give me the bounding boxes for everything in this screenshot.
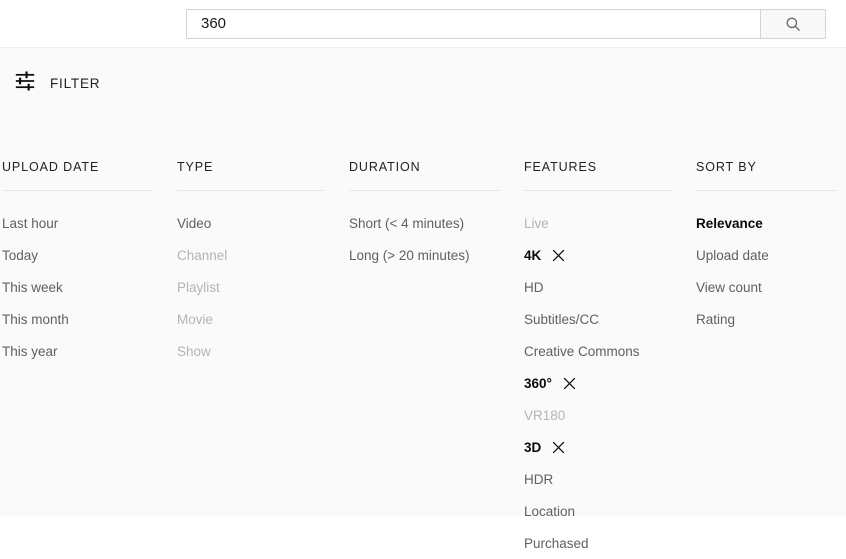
filter-item-label: Relevance	[696, 215, 763, 231]
filter-column-sort-by: SORT BY Relevance Upload date View count…	[694, 160, 846, 559]
column-header-upload-date: UPLOAD DATE	[2, 160, 100, 174]
filter-item-label: Today	[2, 247, 39, 263]
filter-item-360[interactable]: 360°	[524, 367, 694, 399]
column-header-type: TYPE	[177, 160, 214, 174]
search-header	[0, 0, 846, 48]
filter-item-label: Long (> 20 minutes)	[349, 247, 470, 263]
filter-item-label: Show	[177, 343, 211, 359]
filter-item-label: Live	[524, 215, 549, 231]
tune-icon	[14, 70, 36, 97]
filter-item-label: Video	[177, 215, 212, 231]
filter-column-features: FEATURES Live 4K HD Subtitles/CC Creativ…	[522, 160, 694, 559]
filter-item-video[interactable]: Video	[177, 207, 347, 239]
filter-item-purchased[interactable]: Purchased	[524, 527, 694, 559]
filter-toggle-label: FILTER	[50, 76, 101, 91]
filter-column-type: TYPE Video Channel Playlist Movie Show	[175, 160, 347, 559]
filter-item-label: Short (< 4 minutes)	[349, 215, 465, 231]
filter-panel: FILTER UPLOAD DATE Last hour Today This …	[0, 48, 846, 551]
column-header-features: FEATURES	[524, 160, 597, 174]
filter-item-this-month[interactable]: This month	[2, 303, 175, 335]
filter-item-hd[interactable]: HD	[524, 271, 694, 303]
clear-filter-4k-icon[interactable]	[552, 249, 565, 262]
filter-item-label: Upload date	[696, 247, 769, 263]
column-divider	[524, 190, 672, 191]
filter-item-4k[interactable]: 4K	[524, 239, 694, 271]
filter-column-upload-date: UPLOAD DATE Last hour Today This week Th…	[0, 160, 175, 559]
filter-item-playlist: Playlist	[177, 271, 347, 303]
filter-item-label: Last hour	[2, 215, 59, 231]
filter-item-today[interactable]: Today	[2, 239, 175, 271]
filter-item-label: Creative Commons	[524, 343, 640, 359]
column-divider	[349, 190, 500, 191]
filter-item-relevance[interactable]: Relevance	[696, 207, 846, 239]
column-divider	[2, 190, 153, 191]
filter-item-label: Playlist	[177, 279, 220, 295]
column-header-sort-by: SORT BY	[696, 160, 757, 174]
search-icon	[784, 15, 802, 33]
filter-item-label: This week	[2, 279, 63, 295]
filter-item-this-year[interactable]: This year	[2, 335, 175, 367]
filter-item-view-count[interactable]: View count	[696, 271, 846, 303]
filter-item-subtitles-cc[interactable]: Subtitles/CC	[524, 303, 694, 335]
filter-item-label: View count	[696, 279, 762, 295]
filter-item-label: This month	[2, 311, 69, 327]
filter-item-movie: Movie	[177, 303, 347, 335]
filter-item-show: Show	[177, 335, 347, 367]
filter-item-label: 4K	[524, 247, 542, 263]
search-input[interactable]	[186, 8, 760, 39]
clear-filter-3d-icon[interactable]	[552, 441, 565, 454]
filter-item-label: 3D	[524, 439, 542, 455]
filter-item-upload-date[interactable]: Upload date	[696, 239, 846, 271]
filter-item-location[interactable]: Location	[524, 495, 694, 527]
search-bar	[186, 8, 826, 39]
filter-item-label: Purchased	[524, 535, 589, 551]
column-header-duration: DURATION	[349, 160, 421, 174]
filter-item-last-hour[interactable]: Last hour	[2, 207, 175, 239]
filter-item-short[interactable]: Short (< 4 minutes)	[349, 207, 522, 239]
column-divider	[177, 190, 325, 191]
filter-item-live: Live	[524, 207, 694, 239]
column-divider	[696, 190, 838, 191]
filter-item-this-week[interactable]: This week	[2, 271, 175, 303]
filter-item-long[interactable]: Long (> 20 minutes)	[349, 239, 522, 271]
filter-item-vr180: VR180	[524, 399, 694, 431]
clear-filter-360-icon[interactable]	[563, 377, 576, 390]
filter-item-label: Movie	[177, 311, 214, 327]
filter-toggle-button[interactable]: FILTER	[8, 66, 106, 101]
search-button[interactable]	[760, 8, 826, 39]
filter-item-channel: Channel	[177, 239, 347, 271]
filter-column-duration: DURATION Short (< 4 minutes) Long (> 20 …	[347, 160, 522, 559]
filter-item-label: VR180	[524, 407, 566, 423]
filter-item-label: This year	[2, 343, 58, 359]
filter-item-label: Subtitles/CC	[524, 311, 600, 327]
filter-item-hdr[interactable]: HDR	[524, 463, 694, 495]
filter-item-label: 360°	[524, 375, 552, 391]
filter-item-creative-commons[interactable]: Creative Commons	[524, 335, 694, 367]
filter-item-label: HDR	[524, 471, 554, 487]
filter-columns: UPLOAD DATE Last hour Today This week Th…	[0, 160, 846, 559]
filter-item-3d[interactable]: 3D	[524, 431, 694, 463]
filter-item-label: HD	[524, 279, 544, 295]
filter-item-label: Channel	[177, 247, 228, 263]
filter-item-label: Location	[524, 503, 576, 519]
filter-item-rating[interactable]: Rating	[696, 303, 846, 335]
filter-item-label: Rating	[696, 311, 736, 327]
